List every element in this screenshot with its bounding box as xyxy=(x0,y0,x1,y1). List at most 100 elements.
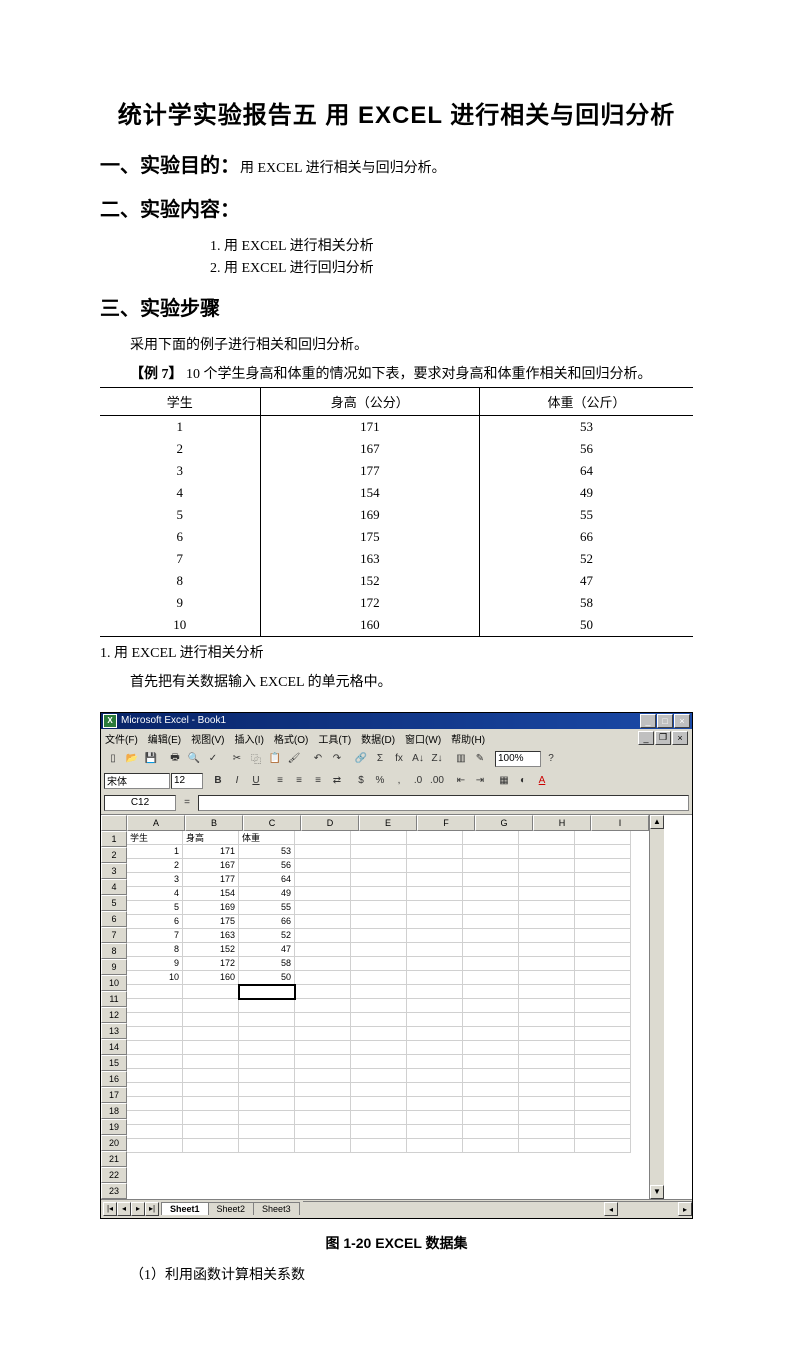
cell[interactable] xyxy=(183,999,239,1013)
cell[interactable]: 58 xyxy=(239,957,295,971)
cell[interactable] xyxy=(407,915,463,929)
cell[interactable] xyxy=(463,915,519,929)
cell[interactable] xyxy=(295,1083,351,1097)
cell[interactable] xyxy=(575,999,631,1013)
drawing-icon[interactable]: ✎ xyxy=(471,750,489,768)
cell[interactable] xyxy=(239,1055,295,1069)
percent-icon[interactable]: % xyxy=(371,772,389,790)
cell[interactable] xyxy=(183,1041,239,1055)
cell[interactable] xyxy=(351,1125,407,1139)
cell[interactable] xyxy=(239,1125,295,1139)
cell[interactable] xyxy=(295,901,351,915)
open-icon[interactable]: 📂 xyxy=(123,750,141,768)
cell[interactable] xyxy=(407,1139,463,1153)
scroll-down-icon[interactable]: ▼ xyxy=(650,1185,664,1199)
cell[interactable] xyxy=(463,1055,519,1069)
cell[interactable] xyxy=(127,1027,183,1041)
cell[interactable] xyxy=(463,901,519,915)
cell[interactable] xyxy=(407,1055,463,1069)
column-header[interactable]: F xyxy=(417,815,475,831)
cell[interactable] xyxy=(463,1125,519,1139)
row-header[interactable]: 20 xyxy=(101,1135,127,1151)
cell[interactable] xyxy=(351,999,407,1013)
cell[interactable] xyxy=(127,1041,183,1055)
row-header[interactable]: 3 xyxy=(101,863,127,879)
cell[interactable] xyxy=(127,1111,183,1125)
cell[interactable] xyxy=(463,1139,519,1153)
cell[interactable]: 152 xyxy=(183,943,239,957)
hscroll-left-icon[interactable]: ◂ xyxy=(604,1202,618,1216)
cell[interactable] xyxy=(575,887,631,901)
undo-icon[interactable]: ↶ xyxy=(309,750,327,768)
cell[interactable] xyxy=(183,985,239,999)
cell[interactable] xyxy=(351,845,407,859)
cell[interactable] xyxy=(519,901,575,915)
cell[interactable] xyxy=(463,1097,519,1111)
redo-icon[interactable]: ↷ xyxy=(328,750,346,768)
row-header[interactable]: 22 xyxy=(101,1167,127,1183)
row-header[interactable]: 7 xyxy=(101,927,127,943)
row-header[interactable]: 10 xyxy=(101,975,127,991)
cell[interactable] xyxy=(295,1111,351,1125)
cell[interactable] xyxy=(295,943,351,957)
comma-icon[interactable]: , xyxy=(390,772,408,790)
fill-color-icon[interactable]: ◐ xyxy=(514,772,532,790)
menu-help[interactable]: 帮助(H) xyxy=(451,731,485,746)
cell[interactable] xyxy=(575,1125,631,1139)
cell[interactable] xyxy=(295,985,351,999)
cell[interactable] xyxy=(127,1139,183,1153)
cells-area[interactable]: 学生身高体重1171532167563177644154495169556175… xyxy=(127,831,631,1199)
cell[interactable] xyxy=(575,1041,631,1055)
cell[interactable] xyxy=(239,1041,295,1055)
name-box[interactable]: C12 xyxy=(104,795,176,811)
menu-window[interactable]: 窗口(W) xyxy=(405,731,441,746)
cell[interactable] xyxy=(407,943,463,957)
cell[interactable] xyxy=(575,1097,631,1111)
cell[interactable] xyxy=(127,1097,183,1111)
cell[interactable] xyxy=(183,1125,239,1139)
cell[interactable] xyxy=(239,985,295,999)
chart-icon[interactable]: ▥ xyxy=(452,750,470,768)
minimize-button[interactable]: _ xyxy=(640,714,656,728)
function-icon[interactable]: fx xyxy=(390,750,408,768)
cell[interactable]: 154 xyxy=(183,887,239,901)
cell[interactable] xyxy=(407,1013,463,1027)
cell[interactable] xyxy=(575,985,631,999)
cell[interactable] xyxy=(183,1027,239,1041)
row-header[interactable]: 14 xyxy=(101,1039,127,1055)
font-color-icon[interactable]: A xyxy=(533,772,551,790)
row-header[interactable]: 8 xyxy=(101,943,127,959)
maximize-button[interactable]: □ xyxy=(657,714,673,728)
cell[interactable]: 10 xyxy=(127,971,183,985)
column-header[interactable]: A xyxy=(127,815,185,831)
cell[interactable] xyxy=(295,1055,351,1069)
menu-data[interactable]: 数据(D) xyxy=(361,731,395,746)
cell[interactable] xyxy=(463,1083,519,1097)
save-icon[interactable]: 💾 xyxy=(142,750,160,768)
cell[interactable] xyxy=(463,999,519,1013)
cell[interactable] xyxy=(575,1083,631,1097)
cell[interactable] xyxy=(351,1069,407,1083)
cell[interactable]: 6 xyxy=(127,915,183,929)
cell[interactable]: 3 xyxy=(127,873,183,887)
cell[interactable] xyxy=(407,873,463,887)
bold-icon[interactable]: B xyxy=(209,772,227,790)
tab-nav-first-icon[interactable]: |◂ xyxy=(103,1202,117,1216)
paste-icon[interactable]: 📋 xyxy=(266,750,284,768)
column-header[interactable]: G xyxy=(475,815,533,831)
row-header[interactable]: 6 xyxy=(101,911,127,927)
cell[interactable] xyxy=(575,1111,631,1125)
row-header[interactable]: 13 xyxy=(101,1023,127,1039)
align-center-icon[interactable]: ≡ xyxy=(290,772,308,790)
vertical-scrollbar[interactable]: ▲ ▼ xyxy=(649,815,664,1199)
cell[interactable] xyxy=(519,873,575,887)
cell[interactable] xyxy=(407,971,463,985)
decrease-decimal-icon[interactable]: .00 xyxy=(428,772,446,790)
cell[interactable] xyxy=(407,901,463,915)
zoom-box[interactable]: 100% xyxy=(495,751,541,767)
cell[interactable] xyxy=(127,1083,183,1097)
align-left-icon[interactable]: ≡ xyxy=(271,772,289,790)
cell[interactable] xyxy=(351,1027,407,1041)
cell[interactable] xyxy=(575,957,631,971)
cell[interactable] xyxy=(239,999,295,1013)
